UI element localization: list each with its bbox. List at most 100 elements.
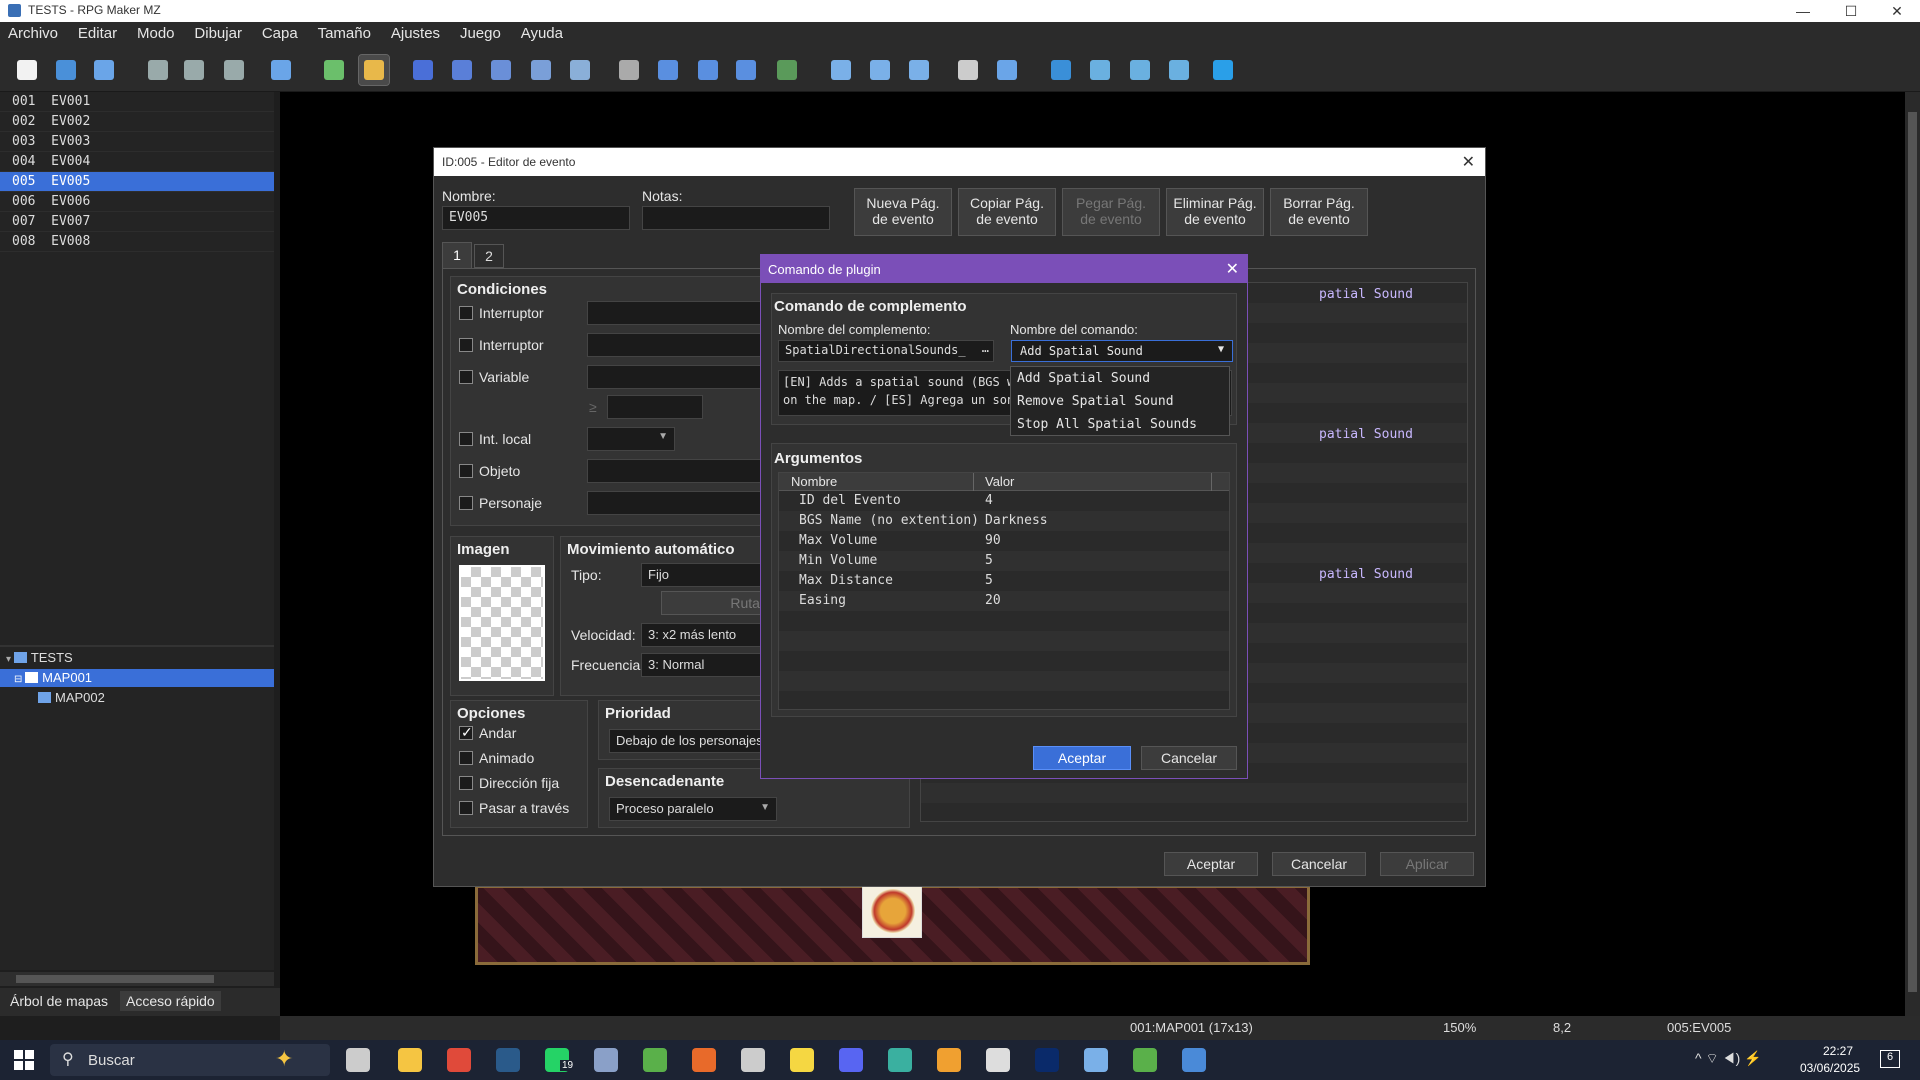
table-row[interactable]: Easing 20 [779,591,1229,611]
menu-capa[interactable]: Capa [254,22,306,45]
windows-start-icon[interactable] [14,1050,34,1070]
cut-icon[interactable] [143,55,173,85]
sticky-notes-icon[interactable] [790,1048,814,1072]
layer2-icon[interactable] [447,55,477,85]
app-icon[interactable] [741,1048,765,1072]
playtest-icon[interactable] [1208,55,1238,85]
new-page-button[interactable]: Nueva Pág. de evento [854,188,952,236]
zoom-in-icon[interactable] [826,55,856,85]
condition-switch2[interactable]: Interruptor [459,337,544,353]
variable-value-spinner[interactable] [607,395,703,419]
maximize-button[interactable]: ☐ [1828,0,1874,22]
plugin-ok-button[interactable]: Aceptar [1033,746,1131,770]
self-switch-select[interactable]: ▼ [587,427,675,451]
condition-switch1[interactable]: Interruptor [459,305,544,321]
tray-icons[interactable]: ^ ⌔ ◀) ⚡ [1695,1050,1762,1068]
list-item-selected[interactable]: 005 EV005 [0,172,274,192]
menu-dibujar[interactable]: Dibujar [186,22,250,45]
zoom-actual-icon[interactable] [904,55,934,85]
app-icon[interactable] [888,1048,912,1072]
dropdown-option[interactable]: Stop All Spatial Sounds [1011,413,1229,436]
app-icon[interactable] [1084,1048,1108,1072]
task-view-icon[interactable] [346,1048,370,1072]
close-window-button[interactable]: ✕ [1874,0,1920,22]
file-explorer-icon[interactable] [398,1048,422,1072]
menu-archivo[interactable]: Archivo [0,22,66,45]
paste-icon[interactable] [219,55,249,85]
option-through[interactable]: Pasar a través [459,800,569,816]
discord-icon[interactable] [839,1048,863,1072]
layer4-icon[interactable] [526,55,556,85]
taskbar-search[interactable]: ⚲ Buscar ✦ [50,1044,330,1076]
app-icon[interactable] [1182,1048,1206,1072]
option-stepping[interactable]: Animado [459,750,534,766]
image-preview[interactable] [459,565,545,681]
table-row[interactable]: Max Volume 90 [779,531,1229,551]
steam-icon[interactable] [496,1048,520,1072]
copy-icon[interactable] [179,55,209,85]
rpg-maker-icon[interactable] [594,1048,618,1072]
firefox-icon[interactable] [692,1048,716,1072]
clear-page-button[interactable]: Borrar Pág. de evento [1270,188,1368,236]
event-mode-icon[interactable] [358,54,390,86]
list-item[interactable]: 006 EV006 [0,192,274,212]
map-mode-icon[interactable] [319,55,349,85]
copy-page-button[interactable]: Copiar Pág. de evento [958,188,1056,236]
event-cancel-button[interactable]: Cancelar [1272,852,1366,876]
save-project-icon[interactable] [89,55,119,85]
fill-icon[interactable] [731,55,761,85]
menu-juego[interactable]: Juego [452,22,509,45]
condition-item[interactable]: Objeto [459,463,520,479]
list-item[interactable]: 002 EV002 [0,112,274,132]
event-sprite[interactable] [862,883,922,938]
close-icon[interactable]: ✕ [1462,152,1475,172]
table-row[interactable]: Min Volume 5 [779,551,1229,571]
tab-page-1[interactable]: 1 [442,242,472,268]
menu-ayuda[interactable]: Ayuda [513,22,571,45]
trigger-select[interactable]: Proceso paralelo ▼ [609,797,777,821]
condition-self-switch[interactable]: Int. local [459,431,531,447]
tree-map[interactable]: MAP002 [38,689,268,707]
dropdown-option[interactable]: Remove Spatial Sound [1011,390,1229,413]
plugin-name-field[interactable]: SpatialDirectionalSounds_… [778,340,994,362]
tab-map-tree[interactable]: Árbol de mapas [10,993,108,1009]
paste-page-button[interactable]: Pegar Pág. de evento [1062,188,1160,236]
menu-modo[interactable]: Modo [129,22,183,45]
menu-editar[interactable]: Editar [70,22,125,45]
clock-date[interactable]: 03/06/2025 [1800,1061,1860,1075]
close-icon[interactable]: ✕ [1226,259,1239,279]
name-field[interactable]: EV005 [442,206,630,230]
plugin-manager-icon[interactable] [992,55,1022,85]
condition-variable[interactable]: Variable [459,369,529,385]
option-walking[interactable]: Andar [459,724,516,741]
app-icon[interactable] [1133,1048,1157,1072]
layer-auto-icon[interactable] [565,55,595,85]
condition-actor[interactable]: Personaje [459,495,542,511]
new-project-icon[interactable] [12,55,42,85]
database-icon[interactable] [953,55,983,85]
vertical-scrollbar[interactable] [1905,92,1920,1016]
minimize-button[interactable]: — [1780,0,1826,22]
list-item[interactable]: 007 EV007 [0,212,274,232]
option-direction-fix[interactable]: Dirección fija [459,775,559,791]
menu-ajustes[interactable]: Ajustes [383,22,448,45]
app-icon[interactable] [643,1048,667,1072]
event-ok-button[interactable]: Aceptar [1164,852,1258,876]
list-item[interactable]: 001 EV001 [0,92,274,112]
pencil-icon[interactable] [614,55,644,85]
table-row[interactable]: Max Distance 5 [779,571,1229,591]
list-item[interactable]: 003 EV003 [0,132,274,152]
command-name-select[interactable]: Add Spatial Sound ▼ [1011,340,1233,362]
tab-page-2[interactable]: 2 [474,244,504,268]
ellipse-icon[interactable] [693,55,723,85]
horizontal-scrollbar[interactable] [0,972,274,986]
delete-page-button[interactable]: Eliminar Pág. de evento [1166,188,1264,236]
tree-project[interactable]: ▾ TESTS [6,649,274,667]
menu-tamano[interactable]: Tamaño [310,22,379,45]
resource-manager-icon[interactable] [1125,55,1155,85]
chrome-icon[interactable] [447,1048,471,1072]
list-item[interactable]: 008 EV008 [0,232,274,252]
plugin-cancel-button[interactable]: Cancelar [1141,746,1237,770]
notification-center[interactable]: 6 [1880,1050,1900,1068]
table-row[interactable]: ID del Evento 4 [779,491,1229,511]
